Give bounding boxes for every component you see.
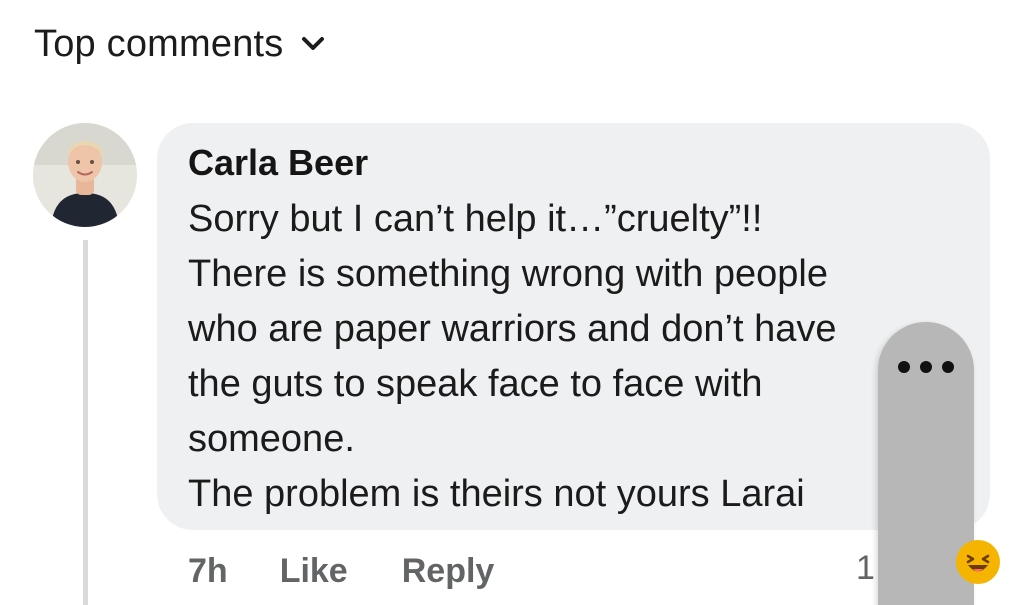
comment-author[interactable]: Carla Beer [188, 142, 368, 184]
comment-timestamp: 7h [188, 551, 228, 590]
sort-label: Top comments [34, 22, 284, 65]
comment-actions: 7h Like Reply [188, 548, 494, 594]
haha-emoji-icon[interactable] [956, 540, 1000, 584]
reaction-count[interactable]: 1 [856, 549, 875, 588]
chevron-down-icon [301, 37, 324, 50]
dot [920, 361, 932, 373]
comments-screen: Top comments Carla Beer Sorry but I can’… [0, 0, 1024, 605]
more-options-icon[interactable] [898, 355, 954, 379]
thread-line [83, 240, 88, 605]
haha-emoji-svg [958, 542, 998, 582]
dot [898, 361, 910, 373]
like-button[interactable]: Like [280, 552, 348, 591]
reply-button[interactable]: Reply [402, 552, 495, 591]
comment-text: Sorry but I can’t help it…”cruelty”!! Th… [188, 198, 837, 515]
comment-sort-selector[interactable]: Top comments [34, 18, 326, 70]
author-avatar[interactable] [33, 123, 137, 227]
profile-photo-icon [33, 123, 137, 227]
dot [942, 361, 954, 373]
